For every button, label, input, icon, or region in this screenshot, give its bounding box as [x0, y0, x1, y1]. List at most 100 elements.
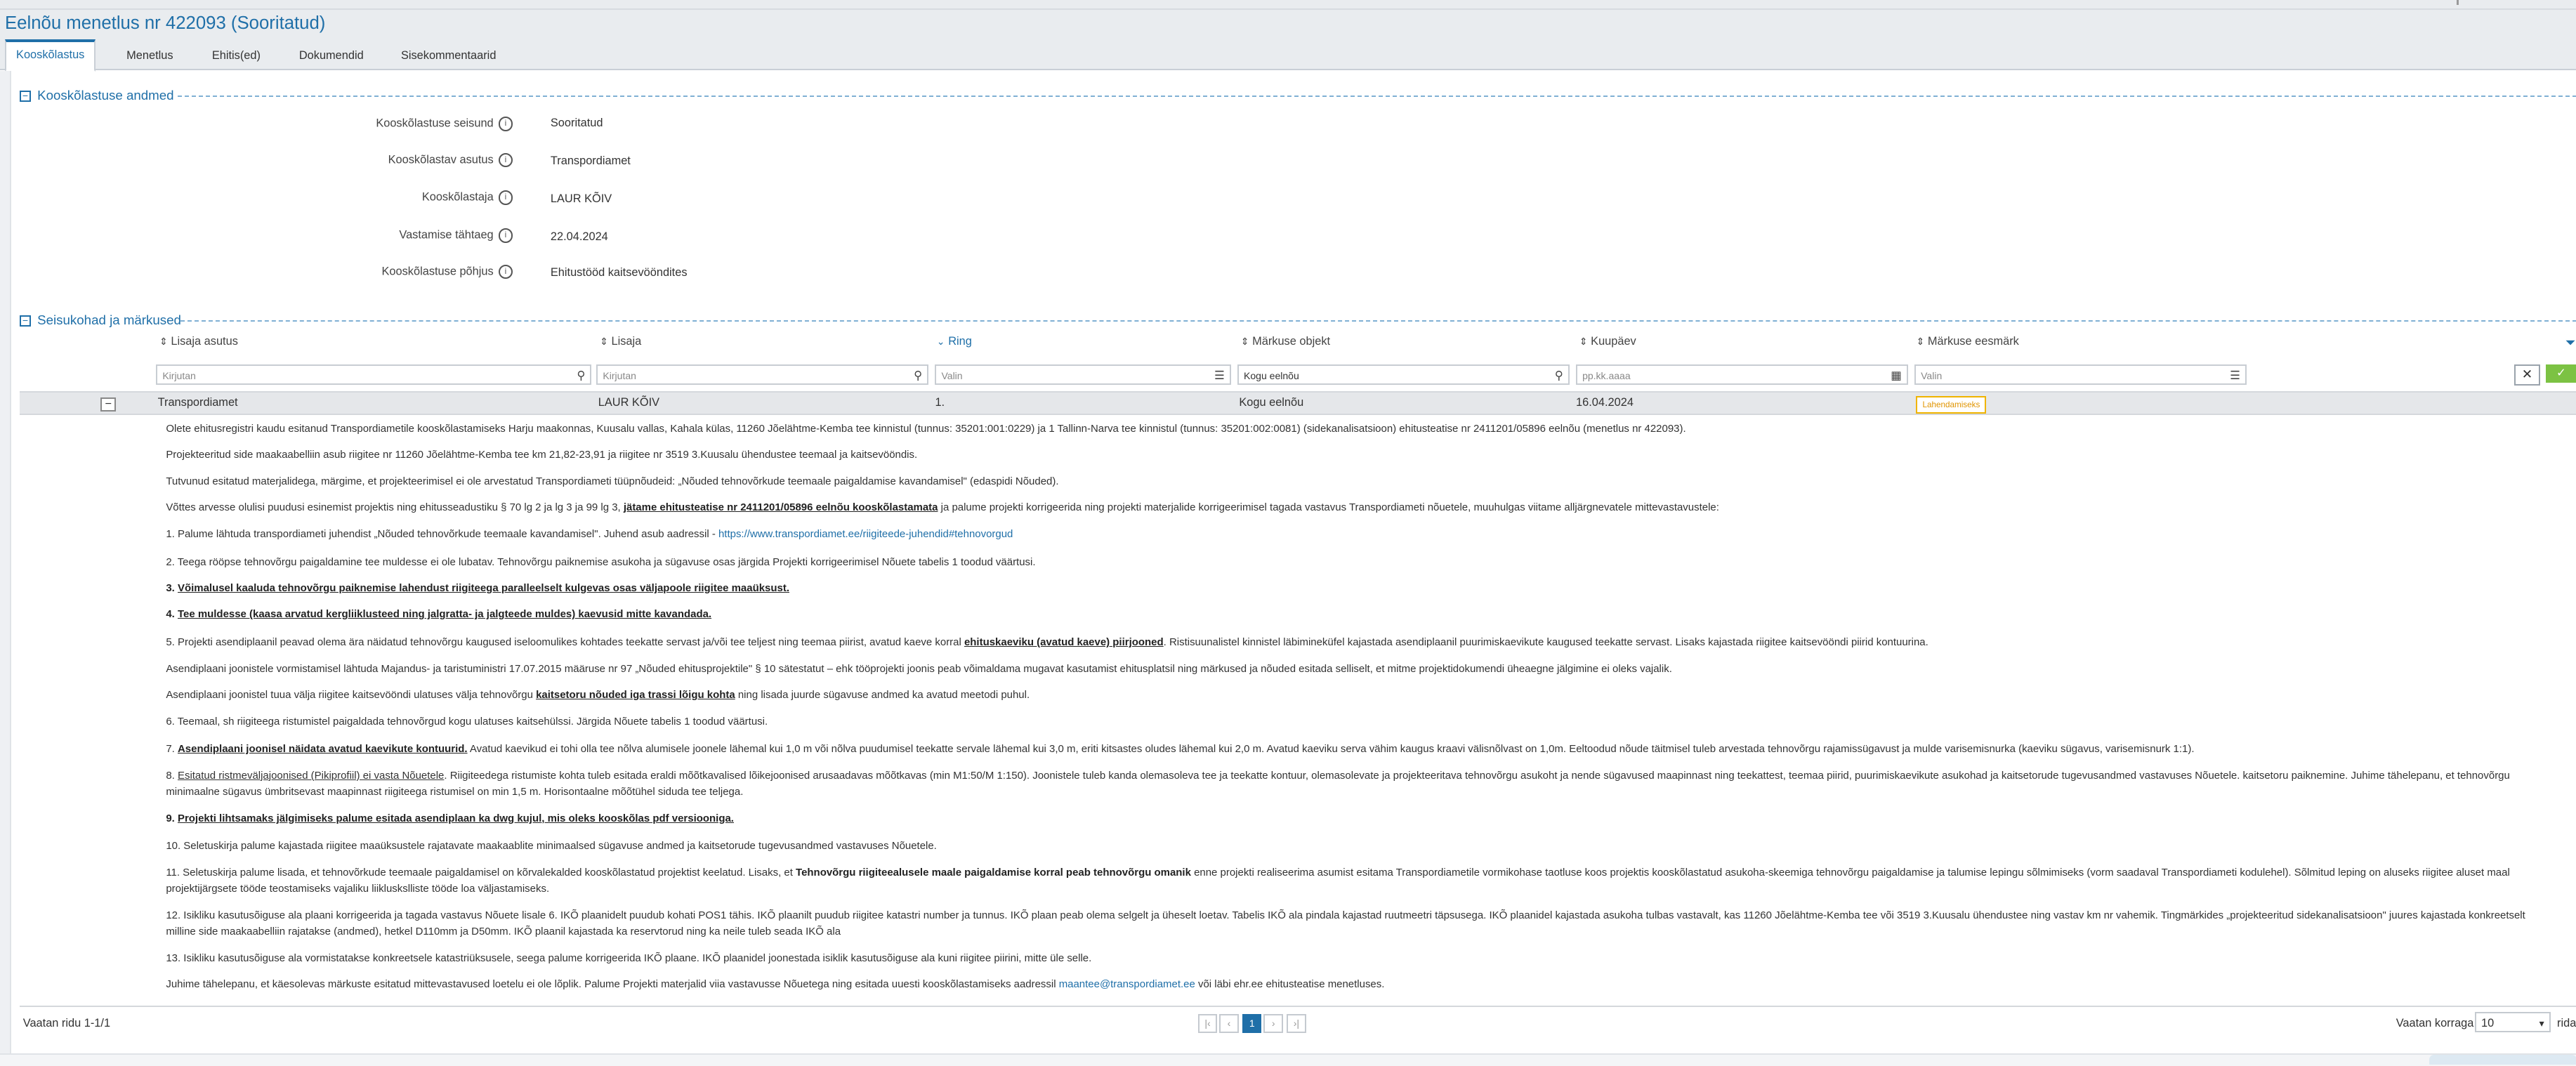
info-icon[interactable]: i — [498, 228, 513, 243]
cell-asutus: Transpordiamet — [157, 396, 238, 409]
row-collapse-icon[interactable]: − — [100, 397, 117, 412]
filter-markuse-eesmark[interactable]: Valin ☰ — [1914, 364, 2247, 386]
left-rail — [0, 70, 12, 1057]
comment-paragraph: 12. Isikliku kasutusõiguse ala plaani ko… — [166, 909, 2525, 938]
cell-ring: 1. — [935, 396, 945, 409]
search-icon[interactable]: ⚲ — [914, 366, 922, 386]
table-row[interactable]: − Transpordiamet LAUR KÕIV 1. Kogu eelnõ… — [20, 390, 2576, 416]
column-header-ring[interactable]: ⌄ Ring — [937, 335, 972, 353]
section-title-text: Kooskõlastuse andmed — [37, 87, 174, 103]
collapse-icon[interactable]: − — [20, 90, 31, 102]
tab-dokumendid[interactable]: Dokumendid — [289, 43, 374, 69]
cell-kuupaev: 16.04.2024 — [1576, 396, 1634, 409]
column-header-lisaja-asutus[interactable]: ⇕ Lisaja asutus — [159, 335, 238, 353]
filter-markuse-objekt[interactable]: Kogu eelnõu ⚲ — [1237, 364, 1570, 386]
filter-kuupaev[interactable]: pp.kk.aaaa ▦ — [1576, 364, 1908, 386]
comment-paragraph: 13. Isikliku kasutusõiguse ala vormistat… — [166, 952, 1092, 964]
column-header-markuse-objekt[interactable]: ⇕ Märkuse objekt — [1241, 335, 1330, 353]
top-bar-mark — [2457, 0, 2459, 6]
comment-paragraph: Juhime tähelepanu, et käesolevas märkust… — [166, 978, 1385, 990]
comment-paragraph: Projekteeritud side maakaabelliin asub r… — [166, 449, 918, 461]
page-header: Eelnõu menetlus nr 422093 (Sooritatud) — [0, 10, 2576, 40]
tab-menetlus[interactable]: Menetlus — [117, 43, 183, 69]
list-icon[interactable]: ☰ — [2230, 366, 2240, 386]
field-label: Kooskõlastaja i — [180, 190, 513, 205]
column-header-kuupaev[interactable]: ⇕ Kuupäev — [1579, 335, 1636, 353]
per-page-select[interactable]: 10 ▾ — [2475, 1012, 2551, 1032]
chevron-down-icon: ▾ — [2539, 1018, 2544, 1029]
app-root: Eelnõu menetlus nr 422093 (Sooritatud) K… — [0, 0, 2576, 1066]
field-value: Ehitustööd kaitsevööndites — [550, 266, 688, 279]
field-value: Transpordiamet — [550, 154, 631, 167]
page-title: Eelnõu menetlus nr 422093 (Sooritatud) — [5, 13, 326, 33]
column-header-markuse-eesmark[interactable]: ⇕ Märkuse eesmärk — [1916, 335, 2018, 353]
comment-paragraph: 8. Esitatud ristmeväljajoonised (Pikipro… — [166, 769, 2510, 798]
comment-paragraph: Tutvunud esitatud materjalidega, märgime… — [166, 475, 1059, 487]
sort-icon: ⇕ — [159, 336, 168, 348]
list-icon[interactable]: ☰ — [1214, 366, 1225, 386]
section-divider — [177, 95, 2576, 97]
filter-ring[interactable]: Valin ☰ — [935, 364, 1231, 386]
filter-lisaja-asutus[interactable]: Kirjutan ⚲ — [156, 364, 592, 386]
comment-paragraph: 7. Asendiplaani joonisel näidata avatud … — [166, 743, 2195, 756]
per-page-label: Vaatan korraga — [2396, 1017, 2474, 1030]
juhend-link[interactable]: https://www.transpordiamet.ee/riigiteede… — [718, 528, 1013, 540]
comment-paragraph: 5. Projekti asendiplaanil peavad olema ä… — [166, 636, 1928, 649]
section-seisukohad-title[interactable]: − Seisukohad ja märkused — [20, 310, 181, 330]
sort-icon: ⇕ — [600, 336, 608, 348]
sort-icon: ⇕ — [1579, 336, 1588, 348]
per-page-suffix: rida — [2557, 1017, 2576, 1030]
search-icon[interactable]: ⚲ — [1555, 366, 1563, 386]
funnel-icon[interactable]: ⏷ — [2565, 335, 2576, 350]
comment-paragraph: 9. Projekti lihtsamaks jälgimiseks palum… — [166, 812, 734, 824]
info-icon[interactable]: i — [498, 264, 513, 279]
bottom-strip — [0, 1053, 2576, 1066]
comment-paragraph: Olete ehitusregistri kaudu esitanud Tran… — [166, 423, 1686, 435]
cell-lisaja: LAUR KÕIV — [598, 396, 660, 409]
apply-filters-button[interactable]: ✓ — [2545, 364, 2576, 383]
column-header-lisaja[interactable]: ⇕ Lisaja — [600, 335, 641, 353]
field-label: Kooskõlastuse seisund i — [180, 117, 513, 131]
bottom-action-tab[interactable] — [2429, 1055, 2576, 1065]
sort-icon: ⇕ — [1240, 336, 1249, 348]
comment-paragraph: 10. Seletuskirja palume kajastada riigit… — [166, 840, 937, 853]
collapse-icon[interactable]: − — [20, 315, 31, 327]
comment-paragraph: Asendiplaani joonistel tuua välja riigit… — [166, 689, 1030, 702]
info-icon[interactable]: i — [498, 152, 513, 167]
top-bar — [0, 0, 2576, 10]
search-icon[interactable]: ⚲ — [577, 366, 585, 386]
filter-lisaja[interactable]: Kirjutan ⚲ — [596, 364, 929, 386]
info-icon[interactable]: i — [498, 117, 513, 131]
section-kooskolastuse-andmed-title[interactable]: − Kooskõlastuse andmed — [20, 86, 174, 105]
info-icon[interactable]: i — [498, 190, 513, 205]
status-badge: Lahendamiseks — [1916, 395, 1987, 414]
comment-paragraph: 6. Teemaal, sh riigiteega ristumistel pa… — [166, 715, 768, 728]
tab-bar: Kooskõlastus Menetlus Ehitis(ed) Dokumen… — [0, 39, 2576, 72]
field-label: Kooskõlastuse põhjus i — [180, 264, 513, 279]
comment-paragraph: 2. Teega rööpse tehnovõrgu paigaldamine … — [166, 555, 1036, 568]
tab-sisekommentaarid[interactable]: Sisekommentaarid — [391, 43, 506, 69]
email-link[interactable]: maantee@transpordiamet.ee — [1059, 978, 1195, 990]
pager-first-button[interactable]: |‹ — [1197, 1013, 1218, 1034]
field-value: 22.04.2024 — [550, 230, 608, 243]
comment-paragraph: Asendiplaani joonistele vormistamisel lä… — [166, 662, 1672, 675]
field-label: Vastamise tähtaeg i — [180, 228, 513, 243]
tab-kooskolastus[interactable]: Kooskõlastus — [5, 39, 96, 72]
comment-paragraph: 11. Seletuskirja palume lisada, et tehno… — [166, 866, 2510, 895]
rows-count-text: Vaatan ridu 1-1/1 — [22, 1017, 111, 1030]
section-title-text: Seisukohad ja märkused — [37, 312, 181, 328]
pager-next-button[interactable]: › — [1263, 1013, 1283, 1034]
section-divider — [180, 320, 2576, 322]
pager-page-button[interactable]: 1 — [1242, 1013, 1262, 1034]
pager-last-button[interactable]: ›| — [1287, 1013, 1306, 1034]
comment-paragraph: 4. Tee muldesse (kaasa arvatud kergliikl… — [166, 608, 712, 621]
pager-prev-button[interactable]: ‹ — [1219, 1013, 1239, 1034]
comment-paragraph: 3. Võimalusel kaaluda tehnovõrgu paiknem… — [166, 582, 789, 594]
calendar-icon[interactable]: ▦ — [1891, 366, 1901, 386]
clear-filters-button[interactable]: ✕ — [2514, 364, 2540, 386]
comment-paragraph: Võttes arvesse olulisi puudusi esinemist… — [166, 501, 1719, 514]
comment-paragraph: 1. Palume lähtuda transpordiameti juhend… — [166, 527, 1013, 540]
tab-ehitised[interactable]: Ehitis(ed) — [202, 43, 270, 69]
field-value: LAUR KÕIV — [550, 192, 612, 205]
cell-objekt: Kogu eelnõu — [1239, 396, 1304, 409]
